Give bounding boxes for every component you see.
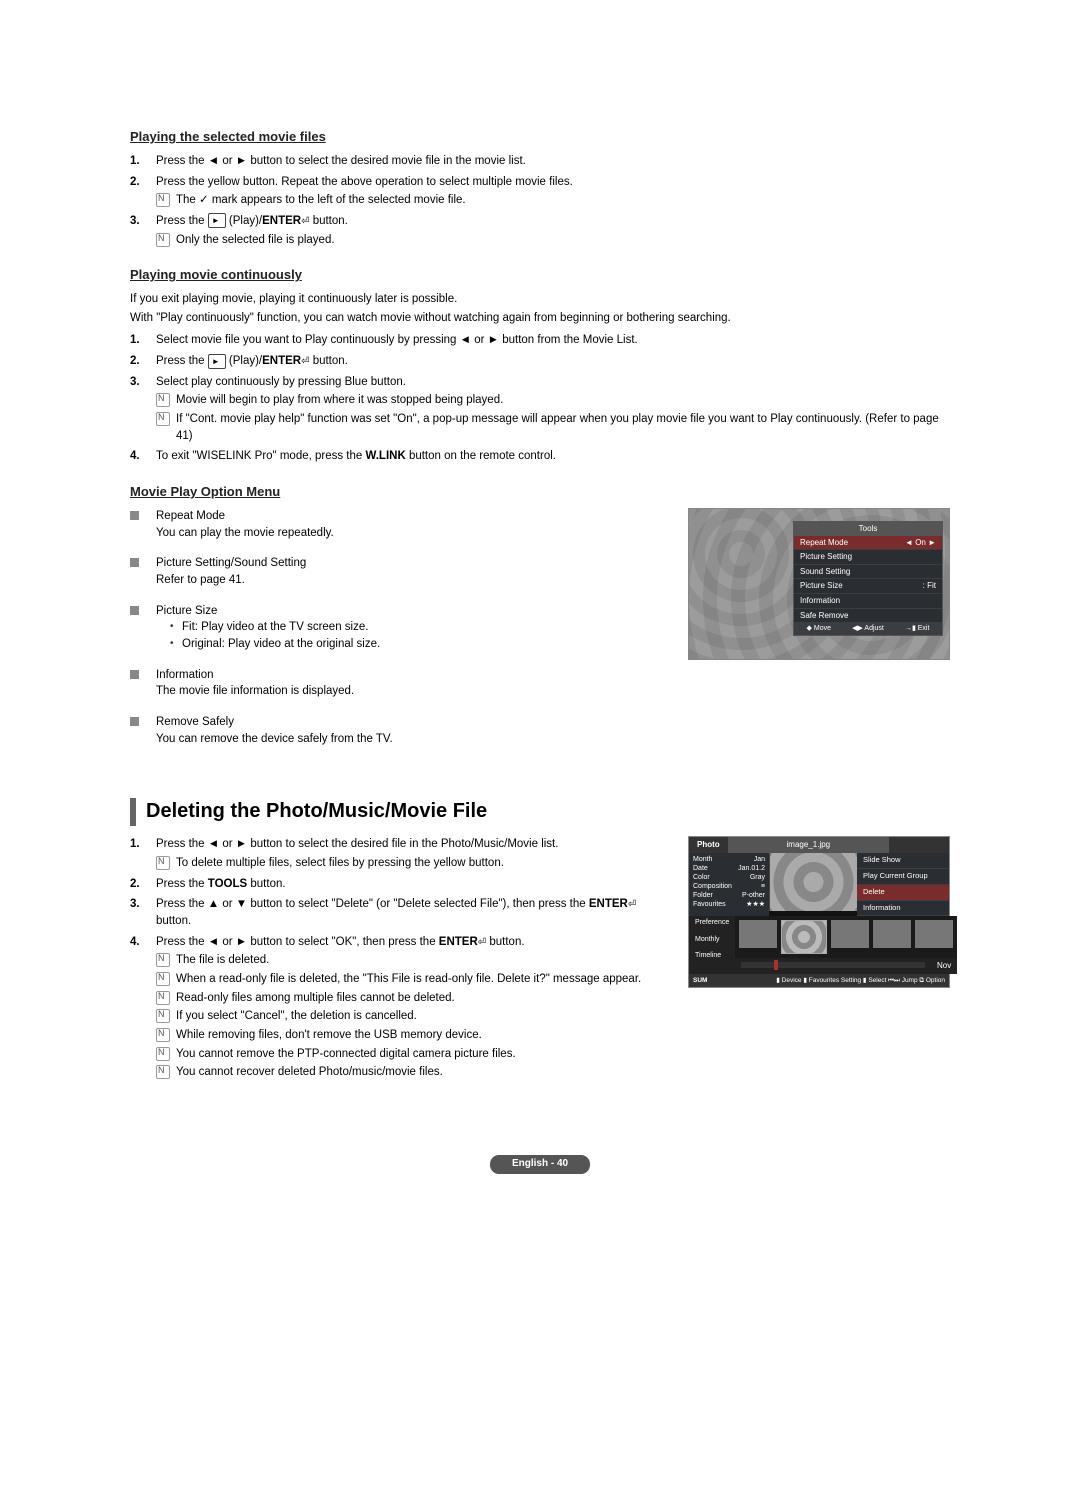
play-icon — [208, 213, 226, 228]
heading-movie-play-option: Movie Play Option Menu — [130, 483, 950, 502]
list-deleting: 1.Press the ◄ or ► button to select the … — [130, 836, 670, 1081]
list-item: Picture Size Fit: Play video at the TV s… — [130, 603, 670, 653]
tools-screenshot: Tools Repeat Mode◄ On ► Picture Setting … — [688, 508, 950, 660]
photo-meta: MonthJan DateJan.01.2 ColorGray Composit… — [689, 853, 769, 917]
note: When a read-only file is deleted, the "T… — [156, 971, 670, 988]
note: Read-only files among multiple files can… — [156, 990, 670, 1007]
step-text: Press the yellow button. Repeat the abov… — [156, 176, 573, 188]
step-text: Press the — [156, 215, 208, 227]
section-title-row: Deleting the Photo/Music/Movie File — [130, 797, 950, 826]
exit-hint: →▮ Exit — [905, 624, 929, 634]
enter-icon: ⏎ — [301, 216, 309, 227]
list-item: Picture Setting/Sound SettingRefer to pa… — [130, 555, 670, 588]
note: The file is deleted. — [156, 952, 670, 969]
list-playing-continuously: 1.Select movie file you want to Play con… — [130, 332, 950, 465]
tools-title: Tools — [794, 522, 942, 536]
photo-filename: image_1.jpg — [728, 837, 889, 853]
play-icon — [208, 354, 226, 369]
enter-icon: ⏎ — [478, 937, 486, 948]
adjust-hint: ◀▶ Adjust — [852, 624, 884, 634]
page-footer: English - 40 — [130, 1155, 950, 1174]
month-label: Nov — [931, 958, 957, 974]
enter-label: ENTER — [439, 936, 478, 948]
photo-side: Preference Monthly Timeline — [689, 916, 735, 974]
note: Movie will begin to play from where it w… — [156, 392, 950, 409]
note: The ✓ mark appears to the left of the se… — [156, 192, 950, 209]
note: While removing files, don't remove the U… — [156, 1027, 670, 1044]
enter-label: ENTER — [589, 898, 628, 910]
photo-context-menu: Slide Show Play Current Group Delete Inf… — [857, 853, 949, 917]
step-text: Select play continuously by pressing Blu… — [156, 376, 406, 388]
step-text: Press the ◄ or ► button to select the de… — [156, 155, 526, 167]
move-hint: ◆ Move — [807, 624, 831, 634]
note: You cannot recover deleted Photo/music/m… — [156, 1064, 670, 1081]
enter-label: ENTER — [262, 355, 301, 367]
photo-tab: Photo — [689, 837, 728, 853]
intro-text: If you exit playing movie, playing it co… — [130, 291, 950, 308]
note: To delete multiple files, select files b… — [156, 855, 670, 872]
step-text: Press the ◄ or ► button to select the de… — [156, 838, 558, 850]
heading-playing-continuously: Playing movie continuously — [130, 266, 950, 285]
note: Only the selected file is played. — [156, 232, 950, 249]
tools-label: TOOLS — [208, 878, 247, 890]
foot-actions: ▮ Device ▮ Favourites Setting ▮ Select ⏮… — [776, 976, 945, 985]
heading-playing-selected: Playing the selected movie files — [130, 128, 950, 147]
photo-screenshot: Photo image_1.jpg MonthJan DateJan.01.2 … — [688, 836, 950, 988]
intro-text: With "Play continuously" function, you c… — [130, 310, 950, 327]
list-item: Remove SafelyYou can remove the device s… — [130, 714, 670, 747]
page-number: English - 40 — [490, 1155, 590, 1174]
sum-label: SUM — [693, 976, 707, 985]
note: If you select "Cancel", the deletion is … — [156, 1008, 670, 1025]
tools-menu: Tools Repeat Mode◄ On ► Picture Setting … — [793, 521, 943, 636]
option-menu-list: Repeat ModeYou can play the movie repeat… — [130, 508, 670, 747]
enter-icon: ⏎ — [628, 899, 636, 910]
note: If "Cont. movie play help" function was … — [156, 411, 950, 444]
list-item: InformationThe movie file information is… — [130, 667, 670, 700]
sub-item: Fit: Play video at the TV screen size. — [170, 619, 670, 636]
note: You cannot remove the PTP-connected digi… — [156, 1046, 670, 1063]
list-playing-selected: 1.Press the ◄ or ► button to select the … — [130, 153, 950, 248]
enter-icon: ⏎ — [301, 356, 309, 367]
enter-label: ENTER — [262, 215, 301, 227]
photo-thumbs — [735, 916, 957, 958]
list-item: Repeat ModeYou can play the movie repeat… — [130, 508, 670, 541]
photo-preview — [769, 853, 857, 911]
section-bar-icon — [130, 798, 136, 826]
sub-item: Original: Play video at the original siz… — [170, 636, 670, 653]
step-text: Select movie file you want to Play conti… — [156, 334, 638, 346]
section-title: Deleting the Photo/Music/Movie File — [146, 797, 487, 826]
wlink-label: W.LINK — [366, 450, 406, 462]
